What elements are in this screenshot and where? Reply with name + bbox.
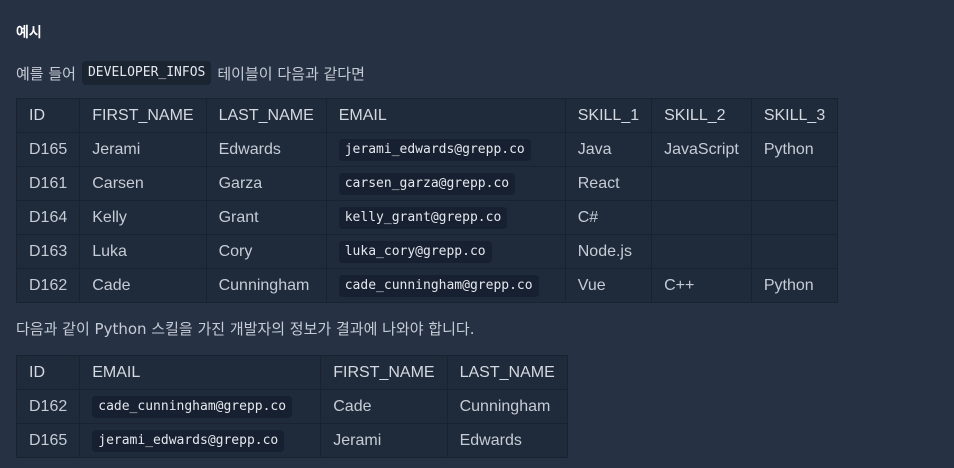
cell-skill-2: C++ bbox=[651, 268, 752, 303]
email-code: jerami_edwards@grepp.co bbox=[92, 429, 285, 452]
cell-first-name: Cade bbox=[320, 389, 448, 424]
table-header-row: ID FIRST_NAME LAST_NAME EMAIL SKILL_1 SK… bbox=[15, 98, 839, 133]
cell-last-name: Cory bbox=[205, 234, 327, 269]
cell-first-name: Luka bbox=[79, 234, 207, 269]
cell-skill-3 bbox=[750, 166, 839, 201]
cell-last-name: Cunningham bbox=[446, 389, 568, 424]
table-row: D162 cade_cunningham@grepp.co Cade Cunni… bbox=[15, 389, 568, 424]
email-code: cade_cunningham@grepp.co bbox=[92, 395, 293, 418]
result-table: ID EMAIL FIRST_NAME LAST_NAME D162 cade_… bbox=[15, 355, 568, 458]
column-header: FIRST_NAME bbox=[79, 98, 207, 133]
email-code: carsen_garza@grepp.co bbox=[338, 172, 516, 195]
result-description: 다음과 같이 Python 스킬을 가진 개발자의 정보가 결과에 나와야 합니… bbox=[16, 320, 475, 338]
cell-id: D162 bbox=[15, 389, 81, 424]
column-header: LAST_NAME bbox=[446, 355, 568, 390]
column-header: FIRST_NAME bbox=[320, 355, 448, 390]
table-row: D161 Carsen Garza carsen_garza@grepp.co … bbox=[15, 166, 839, 201]
email-code: cade_cunningham@grepp.co bbox=[338, 274, 539, 297]
cell-first-name: Jerami bbox=[320, 423, 448, 458]
cell-skill-1: Node.js bbox=[564, 234, 653, 269]
cell-skill-2: JavaScript bbox=[651, 132, 752, 167]
cell-email: cade_cunningham@grepp.co bbox=[325, 268, 566, 303]
section-heading: 예시 bbox=[16, 25, 42, 41]
cell-email: luka_cory@grepp.co bbox=[325, 234, 566, 269]
column-header: SKILL_3 bbox=[750, 98, 839, 133]
cell-first-name: Jerami bbox=[79, 132, 207, 167]
cell-last-name: Edwards bbox=[205, 132, 327, 167]
cell-skill-1: Vue bbox=[564, 268, 653, 303]
cell-skill-1: React bbox=[564, 166, 653, 201]
cell-email: kelly_grant@grepp.co bbox=[325, 200, 566, 235]
table-row: D165 jerami_edwards@grepp.co Jerami Edwa… bbox=[15, 423, 568, 458]
cell-id: D162 bbox=[15, 268, 81, 303]
intro-prefix: 예를 들어 bbox=[16, 64, 76, 83]
cell-email: jerami_edwards@grepp.co bbox=[79, 423, 322, 458]
cell-email: jerami_edwards@grepp.co bbox=[325, 132, 566, 167]
cell-first-name: Kelly bbox=[79, 200, 207, 235]
column-header: ID bbox=[15, 355, 81, 390]
table-row: D162 Cade Cunningham cade_cunningham@gre… bbox=[15, 268, 839, 303]
cell-skill-3 bbox=[750, 200, 839, 235]
cell-last-name: Grant bbox=[205, 200, 327, 235]
cell-email: carsen_garza@grepp.co bbox=[325, 166, 566, 201]
cell-id: D164 bbox=[15, 200, 81, 235]
column-header: ID bbox=[15, 98, 81, 133]
cell-last-name: Garza bbox=[205, 166, 327, 201]
cell-id: D165 bbox=[15, 132, 81, 167]
cell-skill-3: Python bbox=[750, 132, 839, 167]
cell-skill-1: Java bbox=[564, 132, 653, 167]
cell-id: D163 bbox=[15, 234, 81, 269]
email-code: jerami_edwards@grepp.co bbox=[338, 138, 531, 161]
table-row: D165 Jerami Edwards jerami_edwards@grepp… bbox=[15, 132, 839, 167]
cell-skill-1: C# bbox=[564, 200, 653, 235]
cell-skill-3: Python bbox=[750, 268, 839, 303]
column-header: LAST_NAME bbox=[205, 98, 327, 133]
intro-suffix: 테이블이 다음과 같다면 bbox=[217, 64, 365, 83]
cell-skill-2 bbox=[651, 200, 752, 235]
intro-text: 예를 들어 DEVELOPER_INFOS 테이블이 다음과 같다면 bbox=[16, 60, 365, 86]
cell-skill-2 bbox=[651, 166, 752, 201]
column-header: SKILL_2 bbox=[651, 98, 752, 133]
table-name-code: DEVELOPER_INFOS bbox=[81, 61, 212, 85]
cell-skill-2 bbox=[651, 234, 752, 269]
cell-skill-3 bbox=[750, 234, 839, 269]
table-row: D164 Kelly Grant kelly_grant@grepp.co C# bbox=[15, 200, 839, 235]
column-header: EMAIL bbox=[325, 98, 566, 133]
cell-last-name: Cunningham bbox=[205, 268, 327, 303]
email-code: kelly_grant@grepp.co bbox=[338, 206, 508, 229]
table-header-row: ID EMAIL FIRST_NAME LAST_NAME bbox=[15, 355, 568, 390]
developer-infos-table: ID FIRST_NAME LAST_NAME EMAIL SKILL_1 SK… bbox=[15, 98, 839, 303]
cell-last-name: Edwards bbox=[446, 423, 568, 458]
table-row: D163 Luka Cory luka_cory@grepp.co Node.j… bbox=[15, 234, 839, 269]
cell-id: D161 bbox=[15, 166, 81, 201]
cell-id: D165 bbox=[15, 423, 81, 458]
email-code: luka_cory@grepp.co bbox=[338, 240, 492, 263]
cell-email: cade_cunningham@grepp.co bbox=[79, 389, 322, 424]
cell-first-name: Carsen bbox=[79, 166, 207, 201]
column-header: SKILL_1 bbox=[564, 98, 653, 133]
column-header: EMAIL bbox=[79, 355, 322, 390]
cell-first-name: Cade bbox=[79, 268, 207, 303]
